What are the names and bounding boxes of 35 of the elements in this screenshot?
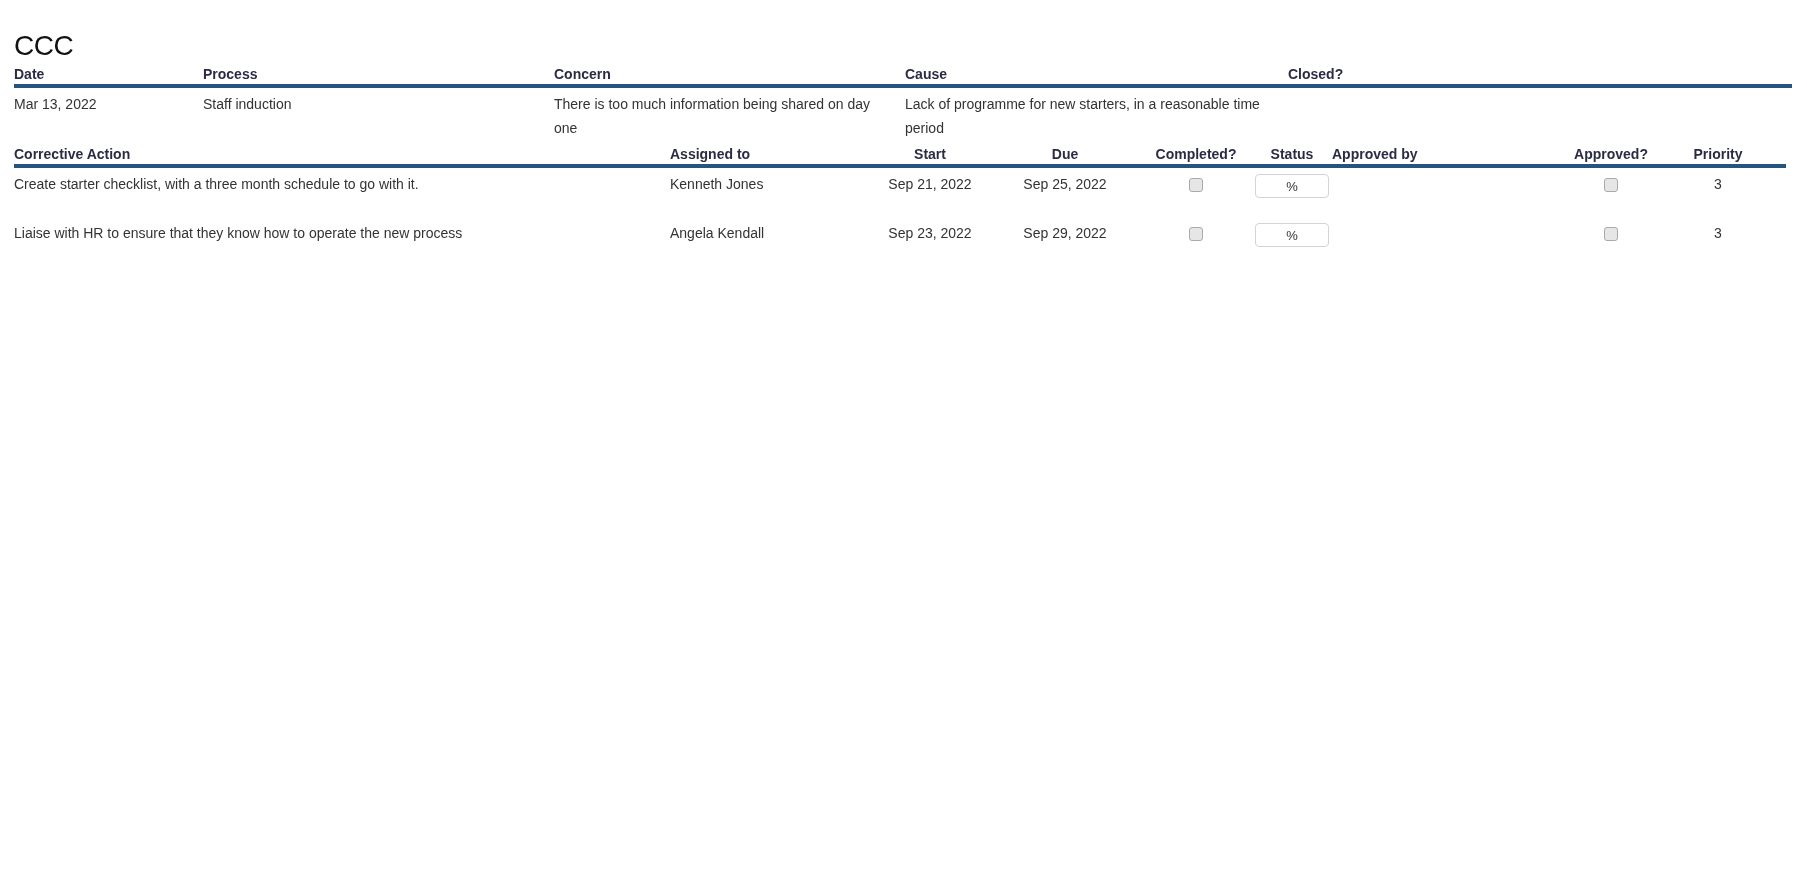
column-header: Assigned to bbox=[670, 145, 752, 162]
table-cell-text: Sep 29, 2022 bbox=[1022, 224, 1108, 243]
percent-field[interactable]: % bbox=[1255, 223, 1329, 247]
column-header: Closed? bbox=[1288, 66, 1345, 82]
percent-field[interactable]: % bbox=[1255, 174, 1329, 198]
column-header: Date bbox=[14, 66, 46, 82]
table-cell-text: Kenneth Jones bbox=[670, 175, 765, 194]
column-header: Priority bbox=[1692, 145, 1744, 162]
column-header: Due bbox=[1050, 145, 1080, 162]
checkbox[interactable] bbox=[1604, 227, 1618, 241]
column-header: Status bbox=[1269, 145, 1315, 162]
column-header: Approved by bbox=[1332, 145, 1419, 162]
column-header: Corrective Action bbox=[14, 145, 132, 162]
table-cell-text: There is too much information being shared on day one bbox=[554, 95, 871, 138]
column-header: Approved? bbox=[1573, 145, 1649, 162]
table-cell-text: Sep 23, 2022 bbox=[887, 224, 973, 243]
table-cell-text: Mar 13, 2022 bbox=[14, 95, 98, 114]
column-header: Cause bbox=[905, 66, 949, 82]
checkbox[interactable] bbox=[1189, 227, 1203, 241]
table-cell-text: Sep 21, 2022 bbox=[887, 175, 973, 194]
checkbox[interactable] bbox=[1604, 178, 1618, 192]
page-title: CCC bbox=[14, 30, 75, 62]
table-cell-text: Create starter checklist, with a three month schedule to go with it. bbox=[14, 175, 420, 194]
table-cell-text: Sep 25, 2022 bbox=[1022, 175, 1108, 194]
table-cell-text: Lack of programme for new starters, in a reasonable time period bbox=[905, 95, 1261, 138]
column-header: Start bbox=[913, 145, 947, 162]
table-cell-text: Staff induction bbox=[203, 95, 293, 114]
table-cell-text: 3 bbox=[1713, 175, 1723, 194]
column-header: Completed? bbox=[1154, 145, 1238, 162]
table-cell-text: Angela Kendall bbox=[670, 224, 766, 243]
checkbox[interactable] bbox=[1189, 178, 1203, 192]
table-cell-text: 3 bbox=[1713, 224, 1723, 243]
column-header: Concern bbox=[554, 66, 612, 82]
column-header: Process bbox=[203, 66, 259, 82]
table-cell-text: Liaise with HR to ensure that they know how to operate the new process bbox=[14, 224, 464, 243]
